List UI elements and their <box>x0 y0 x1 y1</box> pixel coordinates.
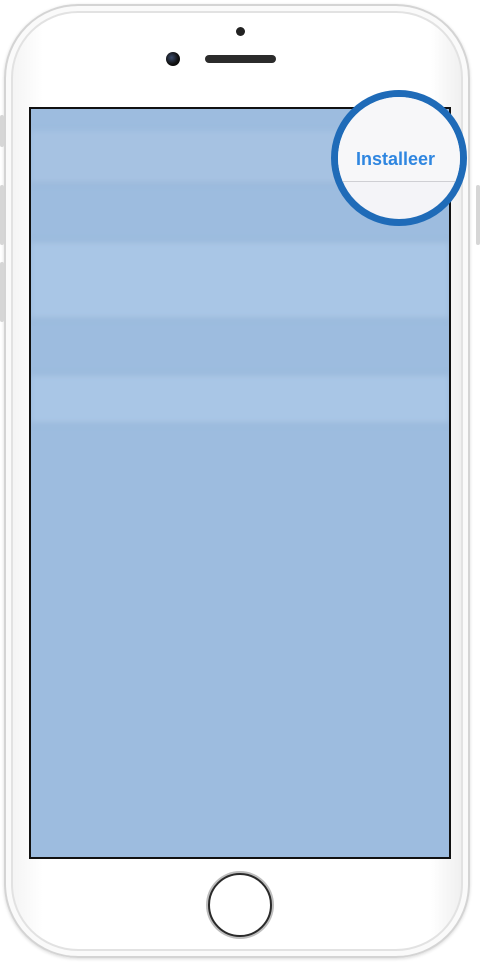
silent-switch <box>0 115 4 147</box>
magnifier-callout: Installeer <box>331 90 467 226</box>
proximity-sensor <box>236 27 245 36</box>
home-button[interactable] <box>208 873 272 937</box>
section-body-2 <box>31 374 449 424</box>
front-camera <box>166 52 180 66</box>
section-body-vpn <box>31 241 449 319</box>
install-button[interactable]: Installeer <box>356 149 435 170</box>
earpiece-speaker <box>205 55 276 63</box>
volume-down-button <box>0 262 4 322</box>
volume-up-button <box>0 185 4 245</box>
power-button <box>476 185 480 245</box>
